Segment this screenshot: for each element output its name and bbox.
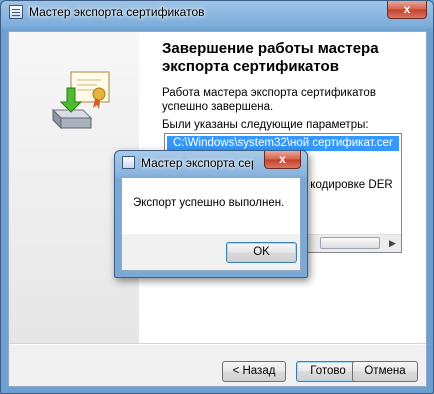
certificate-export-icon: [51, 71, 110, 130]
close-icon: x: [279, 152, 286, 166]
back-button[interactable]: < Назад: [222, 361, 286, 382]
message-box: Мастер экспорта сертиф x Экспорт успешно…: [114, 150, 308, 278]
finish-button[interactable]: Готово: [296, 361, 360, 382]
wizard-description: Работа мастера экспорта сертификатов усп…: [162, 87, 376, 113]
list-item[interactable]: C:\Windows\system32\ной сертификат.cer: [167, 136, 399, 151]
params-label: Были указаны следующие параметры:: [162, 119, 369, 131]
ok-button[interactable]: OK: [226, 242, 297, 263]
message-text: Экспорт успешно выполнен.: [133, 197, 285, 209]
title-bar[interactable]: Мастер экспорта сертификатов x: [1, 1, 433, 25]
cancel-button[interactable]: Отмена: [352, 361, 418, 382]
cancel-button-label: Отмена: [364, 365, 406, 377]
button-separator: [9, 343, 426, 345]
scroll-thumb[interactable]: [320, 237, 380, 249]
ok-button-label: OK: [253, 246, 270, 258]
message-box-client: Экспорт успешно выполнен. OK: [121, 177, 301, 271]
certificate-app-icon: [9, 5, 23, 19]
wizard-heading: Завершение работы мастера экспорта серти…: [162, 40, 379, 75]
certificate-app-icon: [122, 156, 135, 169]
list-item[interactable]: в кодировке DER: [301, 178, 399, 193]
finish-button-label: Готово: [310, 365, 346, 377]
message-box-title: Мастер экспорта сертиф: [141, 156, 253, 170]
scroll-right-icon[interactable]: ▶: [384, 235, 401, 251]
close-button[interactable]: x: [387, 1, 427, 19]
message-box-close-button[interactable]: x: [264, 151, 301, 169]
window-title: Мастер экспорта сертификатов: [29, 5, 205, 19]
back-button-label: < Назад: [232, 365, 276, 377]
close-icon: x: [403, 2, 411, 16]
